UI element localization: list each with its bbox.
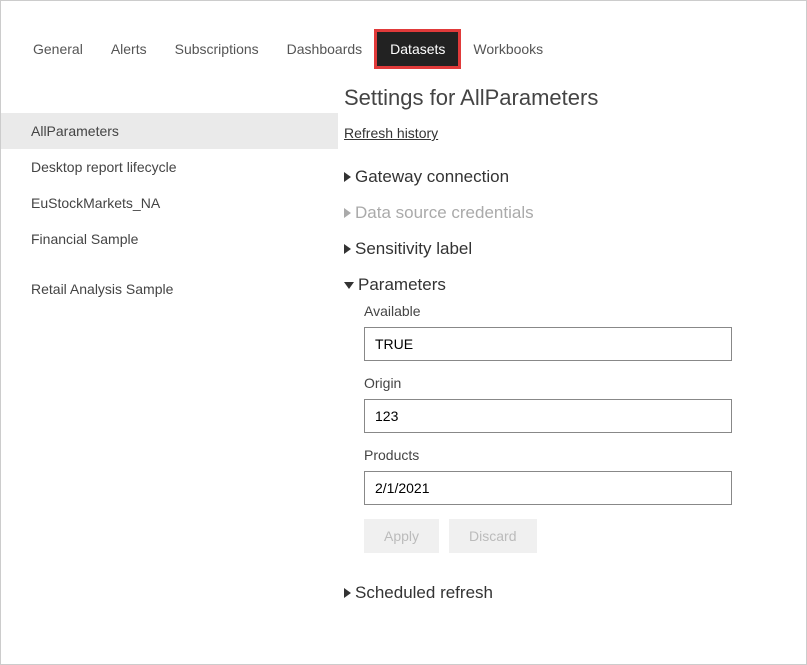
apply-button[interactable]: Apply bbox=[364, 519, 439, 553]
sidebar-item-eustockmarkets[interactable]: EuStockMarkets_NA bbox=[1, 185, 338, 221]
refresh-history-link[interactable]: Refresh history bbox=[344, 125, 438, 141]
section-scheduled-refresh[interactable]: Scheduled refresh bbox=[344, 575, 786, 611]
main-panel: Settings for AllParameters Refresh histo… bbox=[338, 85, 806, 611]
caret-right-icon bbox=[344, 208, 351, 218]
dataset-list: AllParameters Desktop report lifecycle E… bbox=[1, 85, 338, 611]
section-label: Data source credentials bbox=[355, 203, 534, 223]
sidebar-item-allparameters[interactable]: AllParameters bbox=[1, 113, 338, 149]
tab-general[interactable]: General bbox=[19, 31, 97, 67]
content-area: AllParameters Desktop report lifecycle E… bbox=[1, 85, 806, 611]
section-label: Gateway connection bbox=[355, 167, 509, 187]
section-parameters[interactable]: Parameters bbox=[344, 267, 786, 303]
section-data-source-credentials: Data source credentials bbox=[344, 195, 786, 231]
settings-title: Settings for AllParameters bbox=[344, 85, 786, 111]
param-products-input[interactable] bbox=[364, 471, 732, 505]
section-label: Scheduled refresh bbox=[355, 583, 493, 603]
param-label: Origin bbox=[364, 375, 786, 391]
tab-alerts[interactable]: Alerts bbox=[97, 31, 161, 67]
param-available-input[interactable] bbox=[364, 327, 732, 361]
param-origin: Origin bbox=[344, 375, 786, 433]
button-row: Apply Discard bbox=[344, 519, 786, 553]
tab-dashboards[interactable]: Dashboards bbox=[273, 31, 377, 67]
settings-frame: General Alerts Subscriptions Dashboards … bbox=[0, 0, 807, 665]
sidebar-item-retail-analysis[interactable]: Retail Analysis Sample bbox=[1, 271, 338, 307]
section-sensitivity-label[interactable]: Sensitivity label bbox=[344, 231, 786, 267]
section-gateway-connection[interactable]: Gateway connection bbox=[344, 159, 786, 195]
section-label: Sensitivity label bbox=[355, 239, 472, 259]
caret-right-icon bbox=[344, 244, 351, 254]
sidebar-item-desktop-report[interactable]: Desktop report lifecycle bbox=[1, 149, 338, 185]
tab-bar: General Alerts Subscriptions Dashboards … bbox=[1, 31, 806, 67]
section-label: Parameters bbox=[358, 275, 446, 295]
sidebar-item-financial-sample[interactable]: Financial Sample bbox=[1, 221, 338, 257]
param-products: Products bbox=[344, 447, 786, 505]
param-available: Available bbox=[344, 303, 786, 361]
caret-down-icon bbox=[344, 282, 354, 289]
tab-subscriptions[interactable]: Subscriptions bbox=[161, 31, 273, 67]
param-label: Products bbox=[364, 447, 786, 463]
discard-button[interactable]: Discard bbox=[449, 519, 536, 553]
caret-right-icon bbox=[344, 172, 351, 182]
param-label: Available bbox=[364, 303, 786, 319]
tab-workbooks[interactable]: Workbooks bbox=[459, 31, 557, 67]
param-origin-input[interactable] bbox=[364, 399, 732, 433]
tab-datasets[interactable]: Datasets bbox=[376, 31, 459, 67]
caret-right-icon bbox=[344, 588, 351, 598]
